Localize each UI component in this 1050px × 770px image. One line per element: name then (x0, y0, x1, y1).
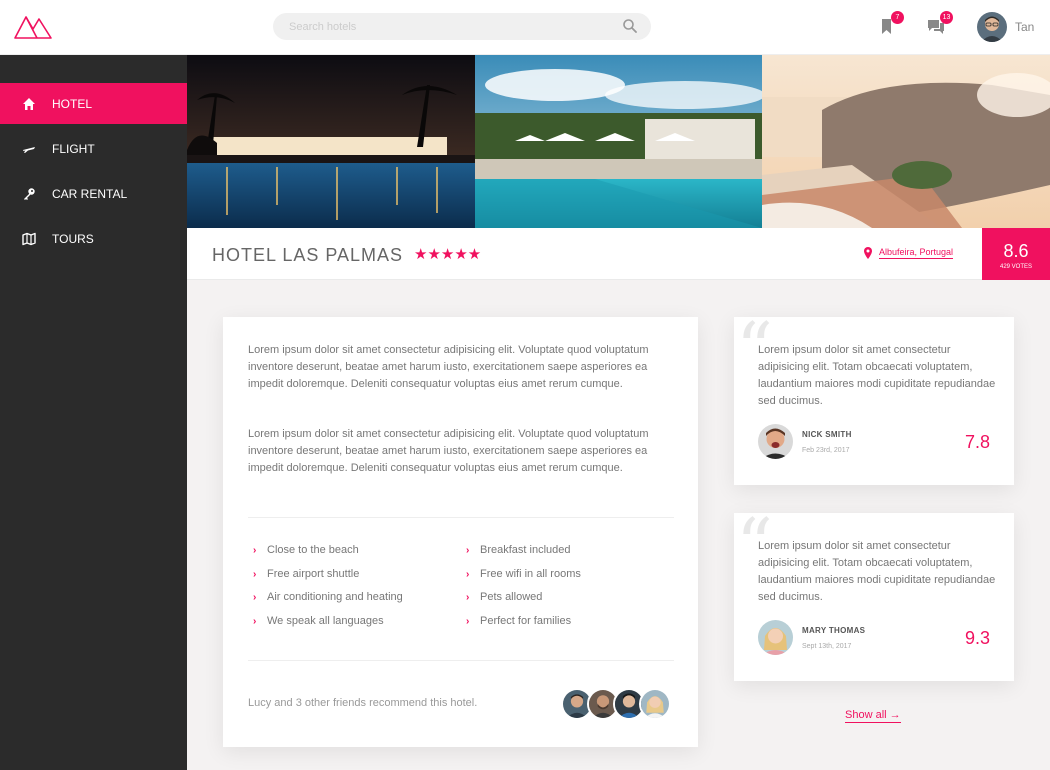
hotel-score: 8.6 (1003, 241, 1029, 261)
review-card: “ Lorem ipsum dolor sit amet consectetur… (734, 313, 1014, 485)
chevron-right-icon: › (466, 568, 470, 580)
amenity-item: › Perfect for families (466, 615, 572, 627)
divider (248, 517, 674, 518)
review-text: Lorem ipsum dolor sit amet consectetur a… (758, 344, 996, 407)
review-score: 7.8 (964, 432, 990, 452)
amenity-item: › Air conditioning and heating (253, 591, 403, 603)
sidebar-item-label: TOURS (52, 231, 94, 246)
votes-count: 429 VOTES (999, 264, 1032, 270)
sidebar-item-hotel[interactable]: HOTEL (0, 83, 187, 124)
sidebar-item-flight[interactable]: FLIGHT (0, 128, 187, 169)
home-icon (21, 96, 37, 112)
bookmarks-button[interactable]: 7 (876, 11, 904, 37)
page-title: HOTEL LAS PALMAS (212, 245, 404, 265)
sidebar-item-label: CAR RENTAL (52, 186, 128, 201)
sidebar-item-label: FLIGHT (52, 141, 95, 156)
user-photo (977, 12, 1007, 42)
avatar[interactable] (758, 620, 793, 655)
hotel-photo-night-pool[interactable] (187, 55, 475, 228)
reviewer-name: NICK SMITH (802, 430, 852, 439)
chevron-right-icon: › (466, 615, 470, 627)
chevron-right-icon: › (253, 591, 257, 603)
key-icon (21, 186, 37, 202)
bookmarks-badge: 7 (891, 11, 904, 24)
top-header: 7 13 Tan (0, 0, 1050, 55)
map-pin-icon (864, 247, 872, 259)
friend-avatars[interactable] (561, 688, 673, 720)
plane-icon (21, 141, 37, 157)
location-link[interactable]: Albufeira, Portugal (879, 247, 954, 259)
star-rating: ★★★★★ (414, 246, 482, 263)
amenity-item: › Breakfast included (466, 544, 571, 556)
chevron-right-icon: › (466, 591, 470, 603)
avatar[interactable] (758, 424, 793, 459)
location: Albufeira, Portugal (863, 247, 954, 259)
review-date: Sept 13th, 2017 (802, 643, 852, 650)
description-paragraph: Lorem ipsum dolor sit amet consectetur a… (248, 344, 649, 390)
search-bar (273, 13, 651, 40)
search-icon[interactable] (622, 18, 638, 34)
hotel-photo-day-pool[interactable] (475, 55, 762, 228)
user-name[interactable]: Tan (1015, 20, 1034, 34)
hotel-title-bar: HOTEL LAS PALMAS ★★★★★ Albufeira, Portug… (187, 228, 1050, 280)
show-all-link[interactable]: Show all → (845, 709, 901, 723)
messages-button[interactable]: 13 (925, 11, 953, 37)
description-paragraph: Lorem ipsum dolor sit amet consectetur a… (248, 428, 649, 474)
chevron-right-icon: › (253, 568, 257, 580)
amenity-item: › Free airport shuttle (253, 568, 360, 580)
sidebar-item-car-rental[interactable]: CAR RENTAL (0, 173, 187, 214)
review-date: Feb 23rd, 2017 (802, 447, 850, 454)
amenity-item: › We speak all languages (253, 615, 384, 627)
chevron-right-icon: › (253, 615, 257, 627)
avatar[interactable] (639, 688, 671, 720)
logo-icon[interactable] (13, 11, 53, 41)
amenity-item: › Free wifi in all rooms (466, 568, 581, 580)
review-score: 9.3 (964, 628, 990, 648)
chevron-right-icon: › (466, 544, 470, 556)
sidebar-item-tours[interactable]: TOURS (0, 218, 187, 259)
amenity-item: › Pets allowed (466, 591, 543, 603)
chevron-right-icon: › (253, 544, 257, 556)
divider (248, 660, 674, 661)
review-card: “ Lorem ipsum dolor sit amet consectetur… (734, 509, 1014, 681)
hotel-photo-terrace[interactable] (762, 55, 1050, 228)
review-text: Lorem ipsum dolor sit amet consectetur a… (758, 540, 996, 603)
sidebar: HOTEL FLIGHT CAR RENTAL TOURS (0, 55, 187, 770)
score-badge: 8.6 429 VOTES (982, 228, 1050, 280)
map-icon (21, 231, 37, 247)
amenity-item: › Close to the beach (253, 544, 359, 556)
recommend-text: Lucy and 3 other friends recommend this … (248, 697, 478, 709)
sidebar-item-label: HOTEL (52, 96, 93, 111)
reviewer-name: MARY THOMAS (802, 626, 866, 635)
search-input[interactable] (273, 13, 593, 40)
avatar[interactable] (977, 12, 1007, 42)
messages-badge: 13 (940, 11, 953, 24)
description-card: Lorem ipsum dolor sit amet consectetur a… (223, 317, 698, 747)
